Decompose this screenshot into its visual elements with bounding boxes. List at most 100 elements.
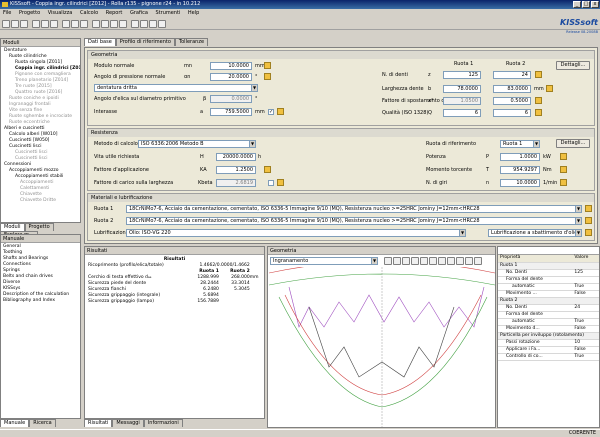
prop-row[interactable]: Applicare i Fa... False [498,346,599,354]
prop-row[interactable]: Movimento ... False [498,290,599,298]
save-icon[interactable] [20,20,28,28]
tree-item[interactable]: Chiavette Dritte [2,198,79,204]
menu-progetto[interactable]: Progetto [19,10,40,16]
prop-row[interactable]: automatic True [498,283,599,291]
prev-icon[interactable] [438,257,446,265]
prop-row[interactable]: Passi rotazione 10 [498,339,599,347]
prop-row[interactable]: Forma del dente [498,276,599,284]
maximize-button[interactable]: □ [582,1,590,8]
layout-icon[interactable] [140,20,148,28]
sizing-icon[interactable] [277,108,284,115]
zoom-out-icon[interactable] [393,257,401,265]
tools-icon[interactable] [119,20,127,28]
ruota-rif-select[interactable]: Ruota 1 ▼ [500,140,540,148]
interasse-input[interactable]: 759.5000 [210,108,252,116]
tab-messaggi[interactable]: Messaggi [112,419,144,427]
dentatura-select[interactable]: dentatura dritta ▼ [94,84,258,92]
larghezza1-input[interactable]: 78.0000 [443,85,481,93]
open-icon[interactable] [11,20,19,28]
sizing-icon[interactable] [560,153,567,160]
sizing-icon[interactable] [560,179,567,186]
carico-input[interactable]: 2.6819 [216,179,256,187]
potenza-input[interactable]: 1.0000 [500,153,540,161]
sizing-icon[interactable] [535,97,542,104]
prop-row[interactable]: Ruota 2 [498,297,599,305]
info-icon[interactable] [101,20,109,28]
tab-progetto[interactable]: Progetto [24,223,54,231]
ruota1-material-select[interactable]: 18CrNiMo7-6, Acciaio da cementazione, ce… [126,205,582,213]
fit-icon[interactable] [402,257,410,265]
manual-item[interactable]: Bibliography and Index [3,298,78,304]
prop-row[interactable]: automatic True [498,318,599,326]
settings-icon[interactable] [474,257,482,265]
metodo-select[interactable]: ISO 6336:2006 Metodo B ▼ [138,140,256,148]
lubrication-type-select[interactable]: Lubrificazione a sbattimento d'olio ▼ [488,229,582,237]
settings-icon[interactable] [110,20,118,28]
prop-row[interactable]: Forma del dente [498,311,599,319]
sizing-icon[interactable] [264,166,271,173]
tab-moduli[interactable]: Moduli [0,223,25,231]
menu-calcolo[interactable]: Calcolo [80,10,98,16]
stop-icon[interactable] [158,20,166,28]
lubricant-icon[interactable] [585,229,592,236]
sizing-icon[interactable] [546,85,553,92]
tab-tolleranze[interactable]: Tolleranze [174,38,209,46]
prop-row[interactable]: Particella per inviluppo (rotolamento) [498,332,599,340]
denti1-input[interactable]: 125 [443,71,481,79]
qualita2-input[interactable]: 6 [493,109,531,117]
sizing-icon[interactable] [80,20,88,28]
measure-icon[interactable] [411,257,419,265]
prop-row[interactable]: Controllo di co... True [498,353,599,361]
material-icon[interactable] [585,217,592,224]
angolo-input[interactable]: 20.0000 [210,73,252,81]
lubricant-select[interactable]: Olio: ISO-VG 220 ▼ [126,229,466,237]
prop-row[interactable]: No. Denti 125 [498,269,599,277]
minimize-button[interactable]: _ [573,1,581,8]
print-icon[interactable] [32,20,40,28]
tab-dati-base[interactable]: Dati base [84,38,116,46]
prop-row[interactable]: Movimento d... False [498,325,599,333]
report-icon[interactable] [50,20,58,28]
menu-help[interactable]: Help [188,10,199,16]
help-icon[interactable] [92,20,100,28]
elica-input[interactable]: 0.0000 [210,95,252,103]
qualita1-input[interactable]: 6 [443,109,481,117]
ruota2-material-select[interactable]: 18CrNiMo7-6, Acciaio da cementazione, ce… [126,217,582,225]
graphics-icon[interactable] [62,20,70,28]
sizing-icon[interactable] [535,71,542,78]
print-graphic-icon[interactable] [456,257,464,265]
applicazione-input[interactable]: 1.2500 [216,166,256,174]
sizing-icon[interactable] [264,62,271,69]
dettagli-button-2[interactable]: Dettagli... [556,139,590,148]
tab-manuale[interactable]: Manuale [0,419,30,427]
calculate-icon[interactable] [41,20,49,28]
zoom-in-icon[interactable] [384,257,392,265]
menu-strumenti[interactable]: Strumenti [156,10,181,16]
vita-input[interactable]: 20000.0000 [216,153,256,161]
momento-input[interactable]: 954.9297 [500,166,540,174]
menu-report[interactable]: Report [106,10,123,16]
material-icon[interactable] [585,205,592,212]
spostamento2-input[interactable]: 0.5000 [493,97,531,105]
tab-ricerca[interactable]: Ricerca [29,419,56,427]
dettagli-button[interactable]: Dettagli... [556,61,590,70]
sizing-icon[interactable] [277,179,284,186]
next-icon[interactable] [447,257,455,265]
tab-profilo[interactable]: Profilo di riferimento [115,38,175,46]
rotate-icon[interactable] [420,257,428,265]
menu-grafica[interactable]: Grafica [130,10,148,16]
view-select[interactable]: Ingranamento ▼ [270,257,378,265]
play-icon[interactable] [429,257,437,265]
sizing-icon[interactable] [264,73,271,80]
refresh-icon[interactable] [149,20,157,28]
denti2-input[interactable]: 24 [493,71,531,79]
sizing-icon[interactable] [560,166,567,173]
spostamento1-input[interactable]: 1.0500 [443,97,481,105]
window-icon[interactable] [131,20,139,28]
prop-row[interactable]: Ruota 1 [498,262,599,270]
larghezza2-input[interactable]: 83.0000 [493,85,531,93]
zoom-icon[interactable] [71,20,79,28]
menu-visualizza[interactable]: Visualizza [48,10,73,16]
giri-input[interactable]: 10.0000 [500,179,540,187]
new-icon[interactable] [2,20,10,28]
